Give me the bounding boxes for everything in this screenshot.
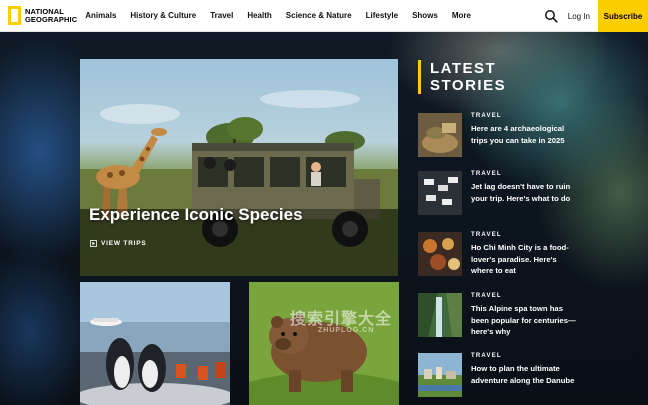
nav-item-travel[interactable]: Travel — [210, 11, 233, 20]
story-kicker: TRAVEL — [471, 232, 502, 238]
subscribe-button[interactable]: Subscribe — [598, 0, 648, 32]
story-thumbnail — [418, 293, 462, 337]
hero-title[interactable]: Experience Iconic Species — [89, 205, 303, 225]
nav-item-animals[interactable]: Animals — [85, 11, 116, 20]
login-link[interactable]: Log In — [568, 12, 590, 21]
story-item[interactable]: TRAVEL Ho Chi Minh City is a food-lover'… — [418, 232, 618, 278]
story-item[interactable]: TRAVEL Jet lag doesn't have to ruin your… — [418, 171, 618, 217]
story-headline[interactable]: Jet lag doesn't have to ruin your trip. … — [471, 181, 581, 204]
story-item[interactable]: TRAVEL Here are 4 archaeological trips y… — [418, 113, 618, 159]
penguin-image — [80, 282, 230, 405]
nav-item-more[interactable]: More — [452, 11, 471, 20]
logo-line-2: Geographic — [25, 14, 78, 24]
story-kicker: TRAVEL — [471, 171, 502, 177]
story-item[interactable]: TRAVEL This Alpine spa town has been pop… — [418, 293, 618, 339]
hero-card[interactable]: Experience Iconic Species VIEW TRIPS — [80, 59, 398, 276]
story-kicker: TRAVEL — [471, 113, 502, 119]
watermark-text: 搜索引擎大全 — [290, 311, 393, 328]
nav-item-history-culture[interactable]: History & Culture — [130, 11, 196, 20]
story-headline[interactable]: Here are 4 archaeological trips you can … — [471, 123, 581, 146]
nav-item-lifestyle[interactable]: Lifestyle — [366, 11, 398, 20]
site-header: National Geographic Animals History & Cu… — [0, 0, 648, 32]
latest-stories-heading: LATEST STORIES — [418, 60, 508, 94]
view-trips-link[interactable]: VIEW TRIPS — [90, 240, 147, 247]
story-headline[interactable]: Ho Chi Minh City is a food-lover's parad… — [471, 242, 581, 277]
search-icon[interactable] — [544, 9, 558, 23]
story-thumbnail — [418, 113, 462, 157]
bear-image — [249, 282, 399, 405]
story-thumbnail — [418, 232, 462, 276]
penguin-story-card[interactable] — [80, 282, 230, 405]
nav-item-health[interactable]: Health — [247, 11, 271, 20]
nav-item-shows[interactable]: Shows — [412, 11, 438, 20]
logo-yellow-border — [8, 6, 21, 25]
story-headline[interactable]: This Alpine spa town has been popular fo… — [471, 303, 581, 338]
story-headline[interactable]: How to plan the ultimate adventure along… — [471, 363, 581, 386]
latest-title-line-1: LATEST — [430, 60, 497, 77]
view-trips-label: VIEW TRIPS — [101, 240, 147, 247]
play-icon — [90, 240, 97, 247]
nav-item-science-nature[interactable]: Science & Nature — [286, 11, 352, 20]
story-thumbnail — [418, 171, 462, 215]
story-kicker: TRAVEL — [471, 353, 502, 359]
natgeo-logo[interactable]: National Geographic — [8, 5, 77, 27]
latest-title-line-2: STORIES — [430, 77, 507, 94]
bear-story-card[interactable] — [249, 282, 399, 405]
main-nav: Animals History & Culture Travel Health … — [85, 11, 485, 20]
watermark-subtext: ZHUPLOG.CN — [318, 327, 375, 334]
story-item[interactable]: TRAVEL How to plan the ultimate adventur… — [418, 353, 618, 399]
story-kicker: TRAVEL — [471, 293, 502, 299]
story-thumbnail — [418, 353, 462, 397]
